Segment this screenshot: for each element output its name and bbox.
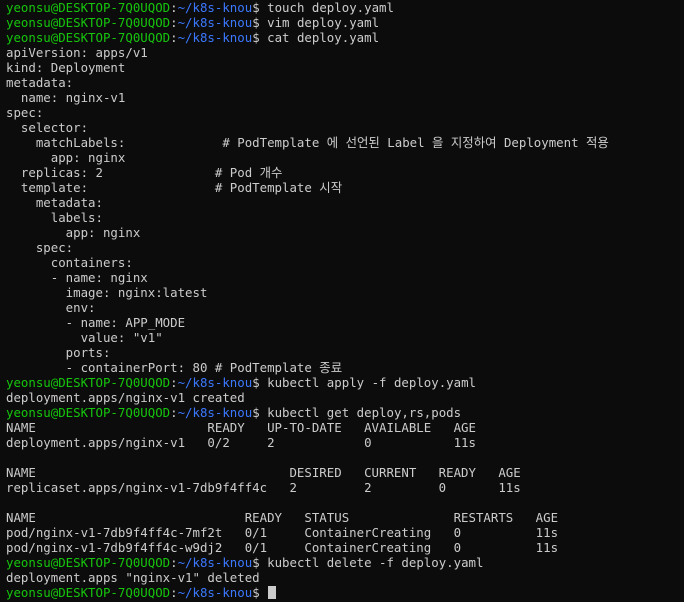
- output-line: NAME READY UP-TO-DATE AVAILABLE AGE: [6, 420, 476, 435]
- output-line: metadata:: [6, 195, 103, 210]
- prompt-symbol: $: [252, 405, 260, 420]
- output-line: deployment.apps/nginx-v1 created: [6, 390, 245, 405]
- output-line: image: nginx:latest: [6, 285, 208, 300]
- output-line: apiVersion: apps/v1: [6, 45, 148, 60]
- command-input[interactable]: [260, 585, 267, 600]
- output-line: pod/nginx-v1-7db9f4ff4c-w9dj2 0/1 Contai…: [6, 540, 559, 555]
- prompt-path: ~/k8s-knou: [177, 0, 253, 15]
- output-line: containers:: [6, 255, 133, 270]
- prompt-colon: :: [170, 30, 178, 45]
- prompt-symbol: $: [252, 585, 260, 600]
- command-text: kubectl get deploy,rs,pods: [259, 405, 462, 420]
- prompt-symbol: $: [252, 15, 260, 30]
- prompt-path: ~/k8s-knou: [177, 15, 253, 30]
- prompt-path: ~/k8s-knou: [177, 405, 253, 420]
- output-line: template: # PodTemplate 시작: [6, 180, 343, 195]
- output-line: app: nginx: [6, 150, 126, 165]
- output-line: - name: APP_MODE: [6, 315, 186, 330]
- output-line: spec:: [6, 240, 74, 255]
- prompt-user-host: yeonsu@DESKTOP-7Q0UQOD: [6, 375, 171, 390]
- prompt-path: ~/k8s-knou: [177, 30, 253, 45]
- output-line: pod/nginx-v1-7db9f4ff4c-7mf2t 0/1 Contai…: [6, 525, 559, 540]
- prompt-user-host: yeonsu@DESKTOP-7Q0UQOD: [6, 585, 171, 600]
- output-line: value: "v1": [6, 330, 163, 345]
- prompt-user-host: yeonsu@DESKTOP-7Q0UQOD: [6, 30, 171, 45]
- output-line: spec:: [6, 105, 44, 120]
- command-text: cat deploy.yaml: [259, 30, 380, 45]
- prompt-colon: :: [170, 585, 178, 600]
- prompt-colon: :: [170, 405, 178, 420]
- command-line: yeonsu@DESKTOP-7Q0UQOD:~/k8s-knou$ kubec…: [6, 405, 684, 420]
- prompt-symbol: $: [252, 0, 260, 15]
- prompt-user-host: yeonsu@DESKTOP-7Q0UQOD: [6, 405, 171, 420]
- command-text: vim deploy.yaml: [259, 15, 380, 30]
- command-line: yeonsu@DESKTOP-7Q0UQOD:~/k8s-knou$ kubec…: [6, 555, 684, 570]
- output-line: NAME READY STATUS RESTARTS AGE: [6, 510, 559, 525]
- prompt-symbol: $: [252, 30, 260, 45]
- output-line: - containerPort: 80 # PodTemplate 종료: [6, 360, 343, 375]
- output-line: labels:: [6, 210, 103, 225]
- output-line: name: nginx-v1: [6, 90, 126, 105]
- output-line: replicas: 2 # Pod 개수: [6, 165, 283, 180]
- command-text: kubectl delete -f deploy.yaml: [259, 555, 484, 570]
- output-line: selector:: [6, 120, 89, 135]
- output-line: app: nginx: [6, 225, 141, 240]
- command-line: yeonsu@DESKTOP-7Q0UQOD:~/k8s-knou$ touch…: [6, 0, 684, 15]
- prompt-colon: :: [170, 15, 178, 30]
- prompt-path: ~/k8s-knou: [177, 555, 253, 570]
- output-line: ports:: [6, 345, 111, 360]
- command-line: yeonsu@DESKTOP-7Q0UQOD:~/k8s-knou$ cat d…: [6, 30, 684, 45]
- prompt-colon: :: [170, 555, 178, 570]
- cursor-block: [268, 586, 277, 599]
- output-line: metadata:: [6, 75, 74, 90]
- output-line: matchLabels: # PodTemplate 에 선언된 Label 을…: [6, 135, 609, 150]
- output-line: NAME DESIRED CURRENT READY AGE: [6, 465, 521, 480]
- command-text: kubectl apply -f deploy.yaml: [259, 375, 477, 390]
- output-line: replicaset.apps/nginx-v1-7db9f4ff4c 2 2 …: [6, 480, 521, 495]
- command-text: touch deploy.yaml: [259, 0, 394, 15]
- output-line: deployment.apps/nginx-v1 0/2 2 0 11s: [6, 435, 476, 450]
- active-prompt-line: yeonsu@DESKTOP-7Q0UQOD:~/k8s-knou$: [6, 585, 684, 600]
- prompt-symbol: $: [252, 555, 260, 570]
- command-line: yeonsu@DESKTOP-7Q0UQOD:~/k8s-knou$ kubec…: [6, 375, 684, 390]
- prompt-path: ~/k8s-knou: [177, 375, 253, 390]
- output-line: kind: Deployment: [6, 60, 126, 75]
- prompt-user-host: yeonsu@DESKTOP-7Q0UQOD: [6, 555, 171, 570]
- prompt-colon: :: [170, 375, 178, 390]
- command-line: yeonsu@DESKTOP-7Q0UQOD:~/k8s-knou$ vim d…: [6, 15, 684, 30]
- output-line: env:: [6, 300, 96, 315]
- prompt-symbol: $: [252, 375, 260, 390]
- prompt-user-host: yeonsu@DESKTOP-7Q0UQOD: [6, 0, 171, 15]
- output-line: deployment.apps "nginx-v1" deleted: [6, 570, 260, 585]
- output-line: - name: nginx: [6, 270, 148, 285]
- terminal-window[interactable]: yeonsu@DESKTOP-7Q0UQOD:~/k8s-knou$ touch…: [0, 0, 684, 602]
- prompt-path: ~/k8s-knou: [177, 585, 253, 600]
- prompt-user-host: yeonsu@DESKTOP-7Q0UQOD: [6, 15, 171, 30]
- prompt-colon: :: [170, 0, 178, 15]
